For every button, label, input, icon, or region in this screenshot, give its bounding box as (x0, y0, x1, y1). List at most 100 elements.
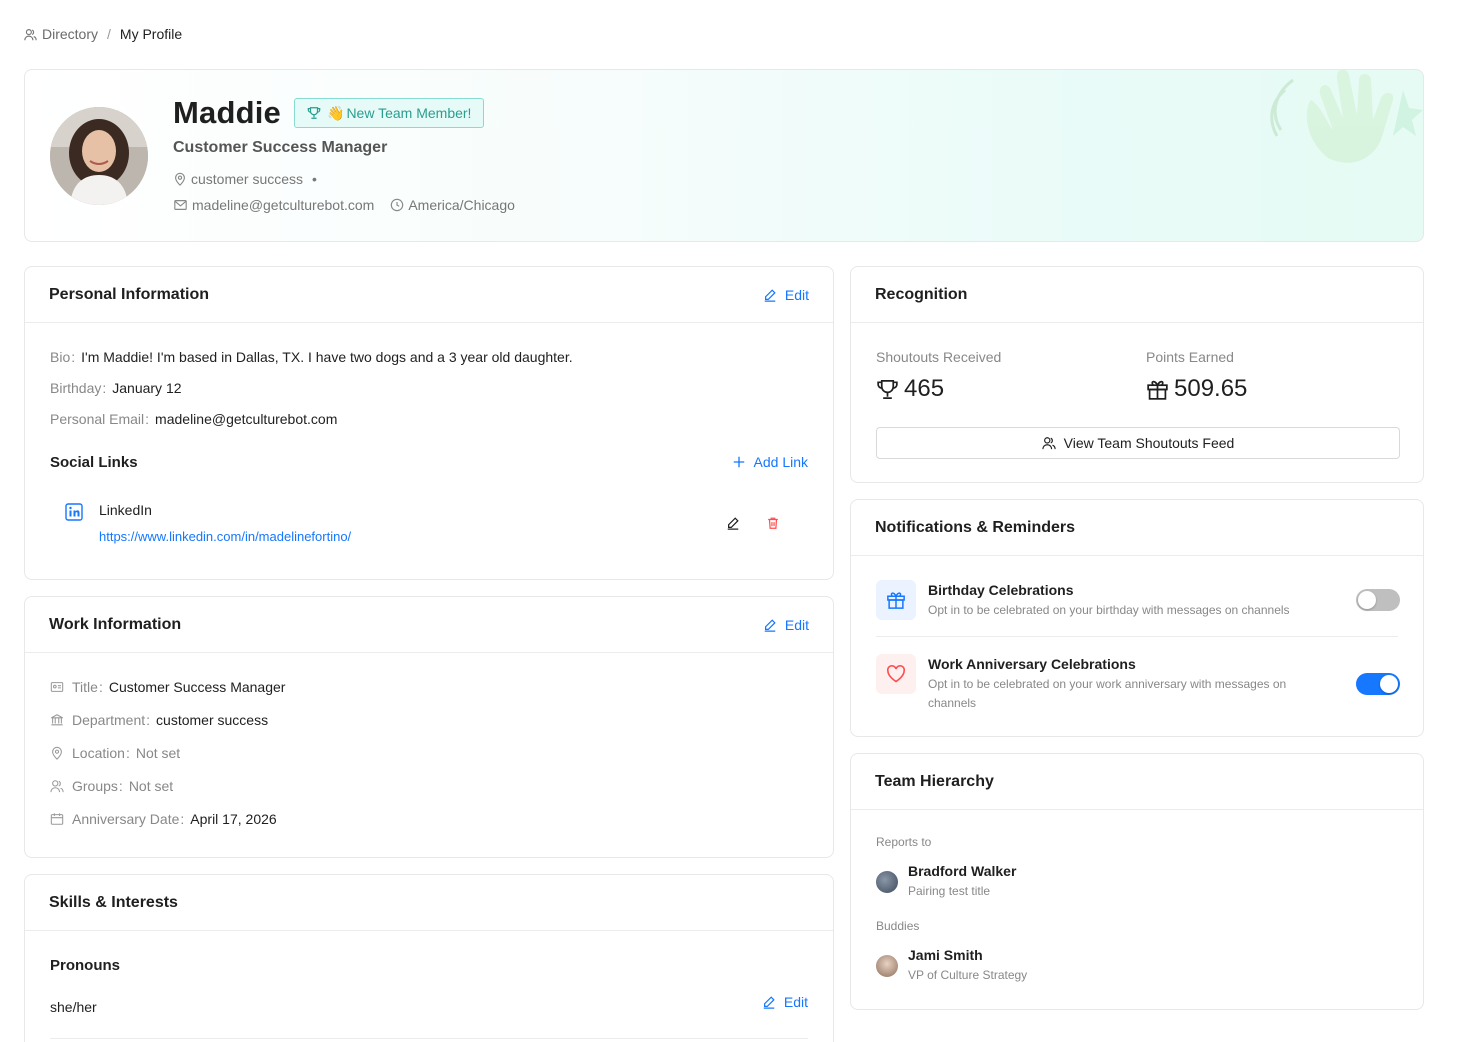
edit-label: Edit (784, 616, 809, 633)
bio-label: Bio (50, 349, 71, 365)
edit-label: Edit (784, 286, 809, 303)
title-label: Title (72, 679, 98, 695)
team-icon (50, 780, 64, 793)
social-link-url[interactable]: https://www.linkedin.com/in/madelinefort… (99, 529, 351, 544)
gift-icon-tile (876, 580, 916, 620)
manager-title: Pairing test title (908, 884, 991, 898)
divider (50, 1038, 808, 1039)
edit-icon (764, 618, 776, 632)
manager-name[interactable]: Bradford Walker (908, 863, 1016, 879)
badge-label: New Team Member! (346, 105, 472, 121)
edit-work-button[interactable]: Edit (763, 617, 809, 633)
anniversary-label: Anniversary Date (72, 811, 180, 827)
heart-icon-tile (876, 654, 916, 694)
anniversary-notification-desc-line1: Opt in to be celebrated on your work ann… (928, 677, 1287, 691)
profile-page: Directory / My Profile Maddie 👋 New Team… (0, 0, 1462, 1042)
profile-header: Maddie 👋 New Team Member! Customer Succe… (24, 69, 1424, 242)
bio-row: Bio: I'm Maddie! I'm based in Dallas, TX… (50, 349, 573, 365)
add-link-label: Add Link (753, 454, 808, 470)
divider (876, 636, 1398, 637)
personal-email-label: Personal Email (50, 411, 145, 427)
breadcrumb-current: My Profile (119, 26, 183, 42)
location-row: Location: Not set (50, 745, 180, 761)
team-icon (1041, 437, 1056, 450)
edit-link-button[interactable] (726, 516, 740, 535)
shoutouts-label: Shoutouts Received (876, 349, 1002, 365)
personal-email-row: Personal Email: madeline@getculturebot.c… (50, 411, 338, 427)
birthday-toggle[interactable] (1356, 589, 1400, 611)
breadcrumb-directory[interactable]: Directory (42, 26, 98, 42)
delete-link-button[interactable] (766, 516, 780, 535)
mail-icon (174, 200, 187, 210)
view-shoutouts-feed-button[interactable]: View Team Shoutouts Feed (876, 427, 1400, 459)
card-title: Skills & Interests (49, 893, 178, 911)
profile-title: Customer Success Manager (173, 139, 388, 156)
birthday-notification-desc: Opt in to be celebrated on your birthday… (928, 603, 1290, 617)
new-member-badge: 👋 New Team Member! (294, 98, 485, 128)
profile-email[interactable]: madeline@getculturebot.com (192, 197, 374, 213)
clock-icon (391, 198, 404, 212)
location-pin-icon (52, 746, 62, 760)
card-title: Recognition (875, 285, 968, 303)
location-pin-icon (175, 172, 185, 186)
dot-separator: • (312, 171, 317, 187)
skills-interests-card: Skills & Interests Pronouns she/her Edit (24, 874, 834, 1042)
gift-icon (887, 592, 905, 609)
edit-pronouns-button[interactable]: Edit (762, 994, 808, 1010)
breadcrumb-separator: / (107, 26, 111, 42)
department-row: Department: customer success (50, 712, 268, 728)
trash-icon (768, 517, 778, 529)
title-row: Title: Customer Success Manager (50, 679, 285, 695)
location-label: Location (72, 745, 125, 761)
wave-emoji-icon: 👋 (327, 104, 345, 121)
recognition-card: Recognition Shoutouts Received 465 Point… (850, 266, 1424, 483)
breadcrumb: Directory / My Profile (24, 24, 182, 44)
buddies-label: Buddies (876, 919, 920, 933)
work-information-card: Work Information Edit Title: Customer Su… (24, 596, 834, 858)
location-value: Not set (135, 745, 181, 761)
anniversary-toggle[interactable] (1356, 673, 1400, 695)
anniversary-notification-desc-line2: channels (928, 696, 977, 710)
team-hierarchy-card: Team Hierarchy Reports to Bradford Walke… (850, 753, 1424, 1010)
plus-icon (733, 456, 744, 468)
anniversary-row: Anniversary Date: April 17, 2026 (50, 811, 277, 827)
birthday-row: Birthday: January 12 (50, 380, 182, 396)
edit-label: Edit (783, 994, 808, 1010)
reports-to-label: Reports to (876, 835, 932, 849)
edit-icon (764, 288, 776, 302)
toggle-knob (1380, 675, 1398, 693)
profile-name: Maddie (173, 95, 281, 130)
card-title: Team Hierarchy (875, 772, 994, 790)
pronouns-heading: Pronouns (50, 957, 120, 974)
notifications-card: Notifications & Reminders Birthday Celeb… (850, 499, 1424, 737)
anniversary-notification-title: Work Anniversary Celebrations (928, 656, 1136, 672)
heart-icon (887, 665, 905, 683)
points-stat: 509.65 (1146, 375, 1247, 403)
team-icon (24, 28, 37, 40)
buddy-avatar (876, 955, 898, 977)
card-title: Personal Information (49, 285, 210, 303)
edit-personal-button[interactable]: Edit (763, 287, 809, 303)
bank-icon (51, 714, 63, 726)
birthday-label: Birthday (50, 380, 102, 396)
points-value: 509.65 (1174, 375, 1248, 402)
buddy-title: VP of Culture Strategy (908, 968, 1028, 982)
add-link-button[interactable]: Add Link (732, 454, 808, 470)
social-link-name: LinkedIn (99, 502, 152, 518)
department-value: customer success (156, 712, 269, 728)
bio-value: I'm Maddie! I'm based in Dallas, TX. I h… (81, 349, 573, 365)
shoutouts-stat: 465 (876, 375, 944, 403)
gift-icon (1147, 380, 1168, 400)
avatar (50, 107, 148, 205)
trophy-icon (307, 107, 321, 119)
manager-avatar (876, 871, 898, 893)
anniversary-value: April 17, 2026 (190, 811, 277, 827)
department-label: Department (72, 712, 146, 728)
linkedin-icon (65, 503, 83, 526)
waving-hand-illustration (1270, 70, 1423, 163)
buddy-name[interactable]: Jami Smith (908, 947, 983, 963)
edit-icon (727, 517, 739, 530)
profile-contact-row: madeline@getculturebot.com America/Chica… (173, 197, 515, 213)
groups-value: Not set (128, 778, 174, 794)
edit-icon (763, 996, 775, 1009)
